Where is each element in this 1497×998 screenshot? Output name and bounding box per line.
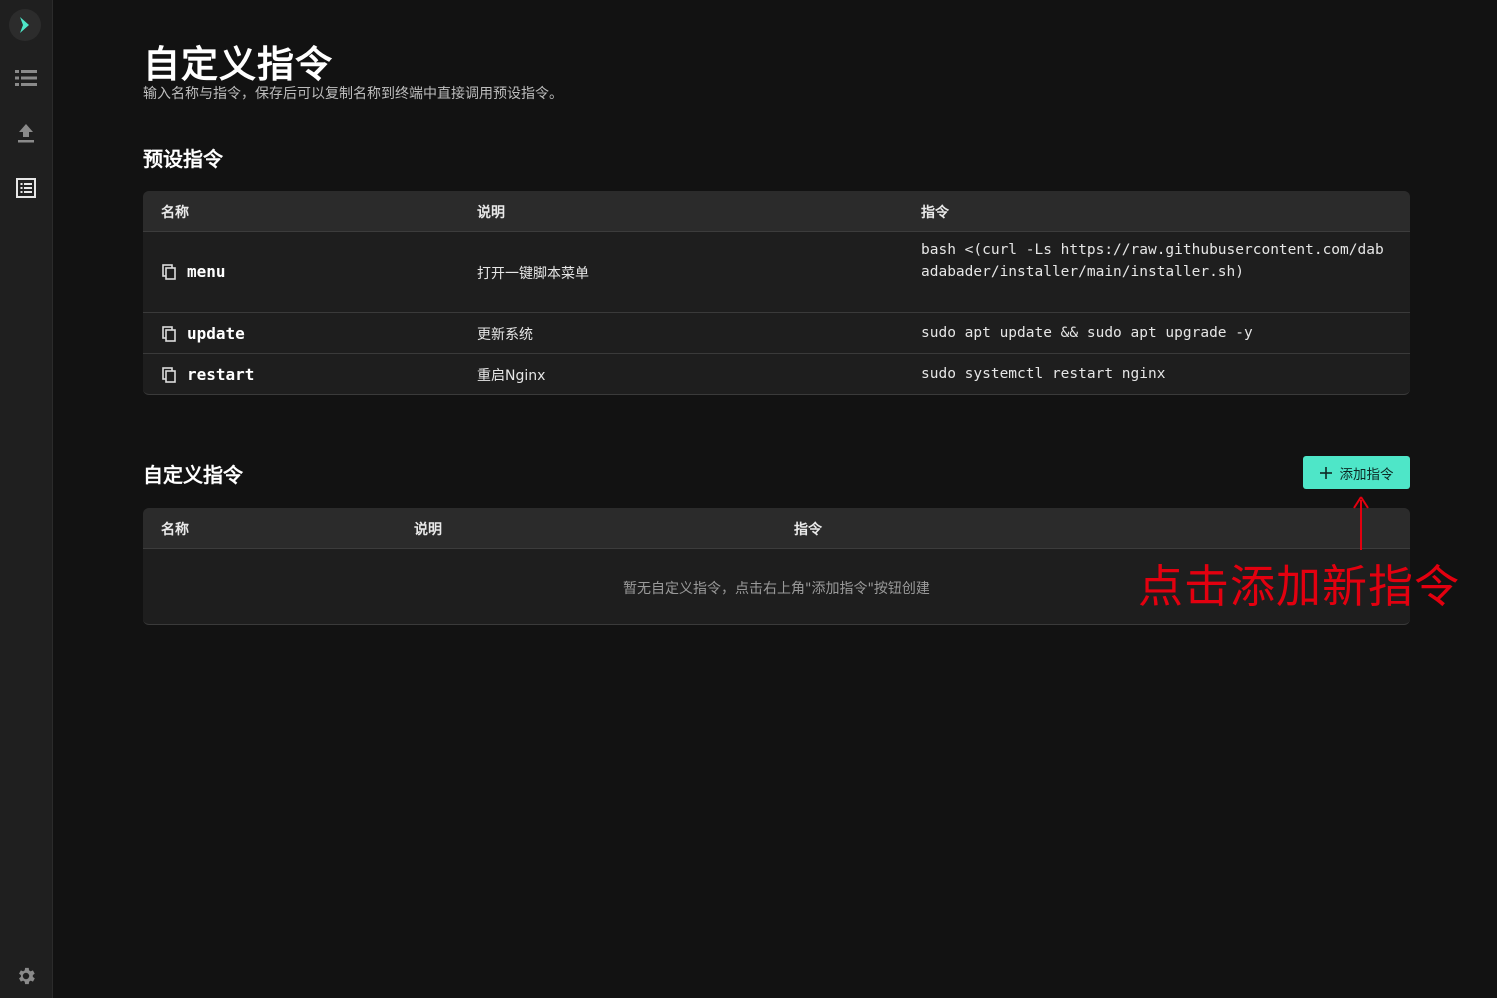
- table-row: update 更新系统 sudo apt update && sudo apt …: [143, 313, 1410, 354]
- command-list-icon: [16, 178, 36, 198]
- page-subtitle: 输入名称与指令，保存后可以复制名称到终端中直接调用预设指令。: [143, 86, 563, 102]
- annotation-arrow-icon: [1353, 496, 1369, 550]
- command-text: sudo systemctl restart nginx: [921, 366, 1166, 382]
- command-name: restart: [187, 365, 255, 384]
- command-description: 重启Nginx: [477, 368, 546, 384]
- table-row: menu 打开一键脚本菜单 bash <(curl -Ls https://ra…: [143, 232, 1410, 313]
- add-command-button[interactable]: 添加指令: [1303, 456, 1410, 489]
- plus-icon: [1319, 466, 1332, 479]
- table-row: restart 重启Nginx sudo systemctl restart n…: [143, 354, 1410, 394]
- column-header-desc: 说明: [414, 522, 442, 538]
- custom-section-title: 自定义指令: [143, 463, 243, 487]
- command-name-cell: restart: [161, 365, 254, 384]
- column-header-command: 指令: [921, 205, 949, 221]
- column-header-name: 名称: [161, 522, 189, 538]
- command-name: update: [187, 324, 245, 343]
- add-command-label: 添加指令: [1339, 466, 1394, 483]
- command-name: menu: [187, 262, 226, 281]
- table-header: 名称 说明 指令: [143, 191, 1410, 232]
- command-description: 更新系统: [477, 327, 533, 343]
- app-logo[interactable]: [9, 9, 41, 41]
- chevron-right-icon: [20, 17, 29, 33]
- sidebar: [0, 0, 53, 998]
- copy-icon[interactable]: [161, 325, 177, 342]
- sidebar-item-upload[interactable]: [14, 121, 38, 145]
- command-description: 打开一键脚本菜单: [477, 266, 589, 282]
- column-header-command: 指令: [794, 522, 822, 538]
- preset-commands-table: 名称 说明 指令 menu 打开一键脚本菜单 bash <(curl -Ls h…: [143, 191, 1410, 395]
- copy-icon[interactable]: [161, 263, 177, 280]
- copy-icon[interactable]: [161, 366, 177, 383]
- annotation-text: 点击添加新指令: [1138, 560, 1461, 613]
- page-title: 自定义指令: [143, 43, 333, 86]
- sidebar-item-list[interactable]: [14, 66, 38, 90]
- gear-icon: [19, 967, 35, 985]
- table-header: 名称 说明 指令: [143, 508, 1410, 549]
- upload-icon: [18, 124, 34, 143]
- column-header-name: 名称: [161, 205, 189, 221]
- sidebar-item-commands[interactable]: [14, 176, 38, 200]
- command-name-cell: update: [161, 324, 245, 343]
- preset-section-title: 预设指令: [143, 147, 223, 171]
- list-icon: [15, 70, 37, 86]
- command-name-cell: menu: [161, 262, 226, 281]
- settings-button[interactable]: [14, 964, 38, 988]
- column-header-desc: 说明: [477, 205, 505, 221]
- command-text: bash <(curl -Ls https://raw.githubuserco…: [921, 242, 1384, 280]
- command-text: sudo apt update && sudo apt upgrade -y: [921, 325, 1253, 341]
